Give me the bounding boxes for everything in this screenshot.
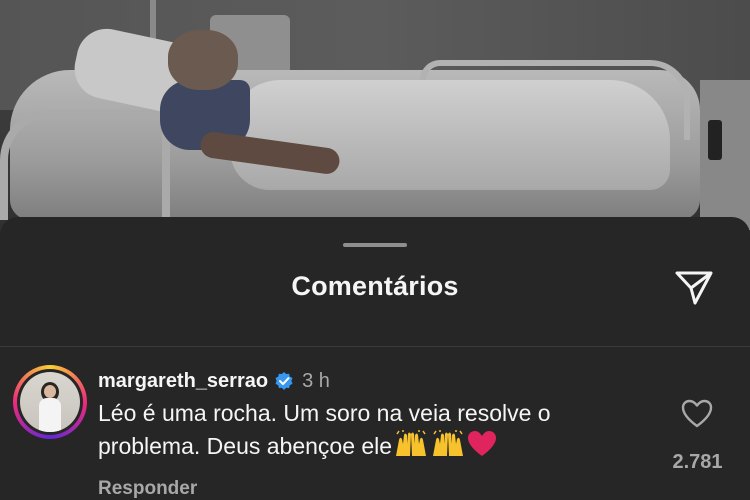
sheet-divider bbox=[0, 346, 750, 347]
comment-text-line2: problema. Deus abençoe ele bbox=[98, 433, 393, 459]
heart-outline-icon bbox=[681, 399, 713, 428]
like-button[interactable] bbox=[680, 398, 714, 430]
avatar bbox=[20, 372, 80, 432]
avatar-face bbox=[44, 385, 56, 398]
post-photo bbox=[0, 0, 750, 240]
like-count: 2.781 bbox=[672, 451, 723, 473]
comment-item: margareth_serrao 3 h Léo é uma rocha. Um… bbox=[0, 365, 750, 500]
comment-text-line2-wrap: problema. Deus abençoe ele bbox=[98, 430, 658, 463]
raising-hands-emoji-icon bbox=[433, 430, 464, 456]
photo-cabinet-handle bbox=[708, 120, 722, 160]
comment-username[interactable]: margareth_serrao bbox=[98, 369, 268, 393]
photo-bed-rail-left bbox=[0, 110, 170, 220]
sheet-title: Comentários bbox=[291, 271, 459, 301]
comment-timestamp: 3 h bbox=[302, 370, 330, 392]
avatar-dress bbox=[39, 398, 61, 432]
comment-text: Léo é uma rocha. Um soro na veia resolve… bbox=[98, 397, 658, 463]
reply-button[interactable]: Responder bbox=[98, 478, 197, 500]
sheet-drag-handle[interactable] bbox=[343, 243, 407, 247]
avatar-story-ring[interactable] bbox=[13, 365, 87, 439]
photo-bedsheet bbox=[230, 80, 670, 190]
raising-hands-emoji-icon bbox=[396, 430, 427, 456]
photo-cabinet bbox=[700, 80, 750, 230]
comment-text-line1: Léo é uma rocha. Um soro na veia resolve… bbox=[98, 400, 551, 426]
red-heart-emoji-icon bbox=[468, 431, 497, 456]
photo-patient-head bbox=[168, 30, 238, 90]
verified-badge-icon bbox=[275, 372, 293, 390]
avatar-ring-gap bbox=[17, 369, 83, 435]
share-button[interactable] bbox=[672, 267, 716, 309]
paper-plane-icon bbox=[675, 271, 713, 305]
comment-header: margareth_serrao 3 h bbox=[98, 369, 658, 393]
comment-body: margareth_serrao 3 h Léo é uma rocha. Um… bbox=[98, 369, 658, 463]
